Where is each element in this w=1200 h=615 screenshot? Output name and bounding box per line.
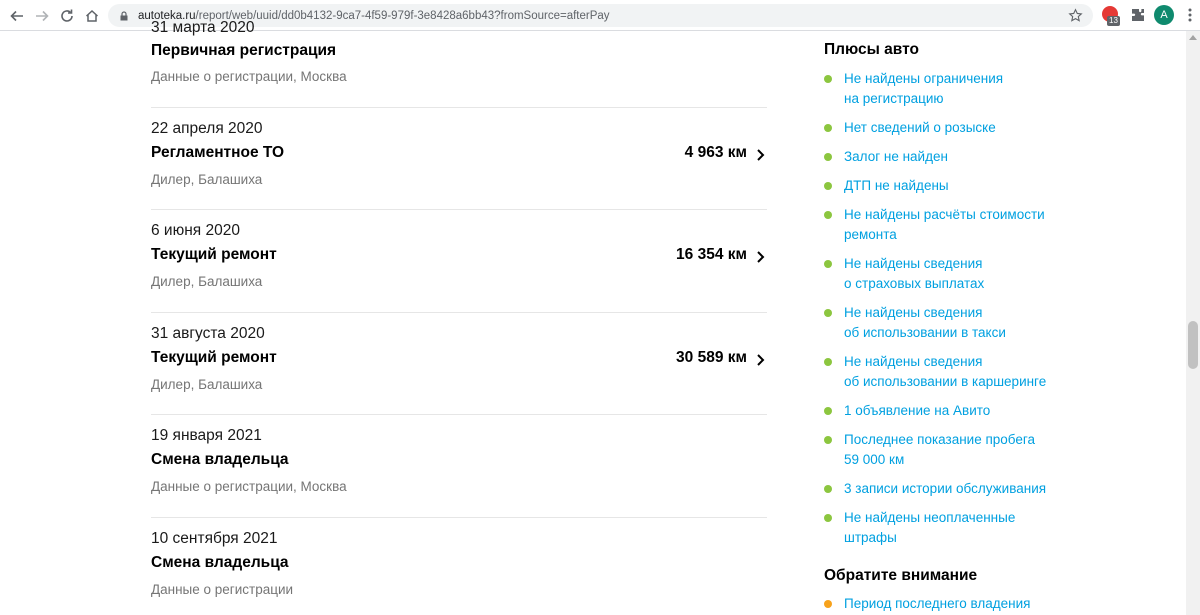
pros-heading: Плюсы авто bbox=[824, 41, 919, 58]
event-source: Данные о регистрации, Москва bbox=[151, 69, 347, 84]
home-button[interactable] bbox=[80, 4, 104, 28]
extension-button[interactable]: 13 bbox=[1100, 4, 1122, 26]
event-source: Дилер, Балашиха bbox=[151, 274, 263, 289]
pros-item[interactable]: Последнее показание пробега 59 000 км bbox=[824, 430, 1164, 470]
reload-button[interactable] bbox=[55, 4, 79, 28]
pros-item[interactable]: Нет сведений о розыске bbox=[824, 118, 1164, 138]
green-dot-icon bbox=[824, 211, 832, 219]
forward-button[interactable] bbox=[30, 4, 54, 28]
scrollbar-thumb[interactable] bbox=[1188, 321, 1198, 369]
event-title: Первичная регистрация bbox=[151, 42, 337, 59]
page-scrollbar[interactable] bbox=[1186, 31, 1200, 615]
chevron-right-icon[interactable] bbox=[755, 352, 767, 368]
green-dot-icon bbox=[824, 309, 832, 317]
timeline-event: 10 сентября 2021 Смена владельца Данные … bbox=[151, 518, 767, 615]
pros-item[interactable]: Не найдены ограничения на регистрацию bbox=[824, 69, 1164, 109]
green-dot-icon bbox=[824, 514, 832, 522]
chevron-right-icon[interactable] bbox=[755, 147, 767, 163]
address-bar[interactable]: autoteka.ru/report/web/uuid/dd0b4132-9ca… bbox=[108, 4, 1093, 27]
timeline-event: 31 марта 2020 Первичная регистрация Данн… bbox=[151, 19, 767, 108]
timeline-event[interactable]: 22 апреля 2020 Регламентное ТО 4 963 км … bbox=[151, 108, 767, 210]
more-vert-icon bbox=[1188, 8, 1192, 22]
event-source: Дилер, Балашиха bbox=[151, 376, 263, 392]
chevron-right-icon[interactable] bbox=[755, 249, 767, 265]
back-button[interactable] bbox=[5, 4, 29, 28]
attention-item[interactable]: Период последнего владения bbox=[824, 594, 1164, 614]
event-mileage: 30 589 км bbox=[676, 348, 747, 366]
event-source: Данные о регистрации bbox=[151, 581, 294, 597]
green-dot-icon bbox=[824, 182, 832, 190]
lock-icon bbox=[120, 10, 128, 20]
timeline-event[interactable]: 6 июня 2020 Текущий ремонт 16 354 км Дил… bbox=[151, 210, 767, 313]
event-date: 31 августа 2020 bbox=[151, 324, 265, 342]
pros-item[interactable]: Не найдены сведения об использовании в ка… bbox=[824, 352, 1164, 392]
timeline-event: 19 января 2021 Смена владельца Данные о … bbox=[151, 415, 767, 518]
event-date: 31 марта 2020 bbox=[151, 19, 255, 36]
bookmark-star-icon[interactable] bbox=[1068, 8, 1083, 23]
pros-item[interactable]: Залог не найден bbox=[824, 147, 1164, 167]
orange-dot-icon bbox=[824, 600, 832, 608]
event-date: 10 сентября 2021 bbox=[151, 529, 278, 547]
green-dot-icon bbox=[824, 124, 832, 132]
pros-list: Не найдены ограничения на регистрацию Нет… bbox=[824, 69, 1164, 548]
green-dot-icon bbox=[824, 153, 832, 161]
profile-avatar[interactable]: A bbox=[1154, 5, 1174, 25]
event-source: Данные о регистрации, Москва bbox=[151, 479, 347, 494]
reload-icon bbox=[61, 9, 73, 22]
green-dot-icon bbox=[824, 358, 832, 366]
event-title: Регламентное ТО bbox=[151, 143, 285, 161]
pros-item[interactable]: 1 объявление на Авито bbox=[824, 401, 1164, 421]
attention-heading: Обратите внимание bbox=[824, 567, 978, 584]
pros-item[interactable]: Не найдены расчёты стоимости ремонта bbox=[824, 205, 1164, 245]
url-path: /report/web/uuid/dd0b4132-9ca7-4f59-979f… bbox=[195, 9, 610, 22]
history-timeline: 31 марта 2020 Первичная регистрация Данн… bbox=[151, 19, 767, 615]
pros-item[interactable]: ДТП не найдены bbox=[824, 176, 1164, 196]
extension-badge-count: 13 bbox=[1107, 16, 1120, 26]
event-date: 19 января 2021 bbox=[151, 427, 262, 444]
event-title: Текущий ремонт bbox=[151, 348, 277, 366]
event-date: 22 апреля 2020 bbox=[151, 119, 263, 137]
scroll-up-arrow-icon[interactable] bbox=[1189, 35, 1197, 40]
event-title: Текущий ремонт bbox=[151, 246, 277, 263]
arrow-left-icon bbox=[10, 10, 23, 22]
attention-list: Период последнего владения bbox=[824, 594, 1164, 614]
arrow-right-icon bbox=[36, 10, 49, 22]
event-mileage: 16 354 км bbox=[676, 246, 747, 263]
timeline-event[interactable]: 31 августа 2020 Текущий ремонт 30 589 км… bbox=[151, 313, 767, 415]
pros-item[interactable]: Не найдены сведения об использовании в та… bbox=[824, 303, 1164, 343]
puzzle-icon[interactable] bbox=[1130, 7, 1146, 23]
pros-item[interactable]: Не найдены неоплаченные штрафы bbox=[824, 508, 1164, 548]
browser-menu-button[interactable] bbox=[1182, 7, 1198, 23]
pros-item[interactable]: 3 записи истории обслуживания bbox=[824, 479, 1164, 499]
event-date: 6 июня 2020 bbox=[151, 222, 240, 239]
green-dot-icon bbox=[824, 260, 832, 268]
pros-item[interactable]: Не найдены сведения о страховых выплатах bbox=[824, 254, 1164, 294]
green-dot-icon bbox=[824, 485, 832, 493]
event-source: Дилер, Балашиха bbox=[151, 171, 263, 187]
green-dot-icon bbox=[824, 407, 832, 415]
green-dot-icon bbox=[824, 75, 832, 83]
extensions-area: 13 A bbox=[1100, 4, 1198, 26]
home-icon bbox=[85, 9, 99, 22]
green-dot-icon bbox=[824, 436, 832, 444]
event-title: Смена владельца bbox=[151, 553, 289, 571]
event-title: Смена владельца bbox=[151, 451, 289, 468]
event-mileage: 4 963 км bbox=[684, 143, 747, 161]
